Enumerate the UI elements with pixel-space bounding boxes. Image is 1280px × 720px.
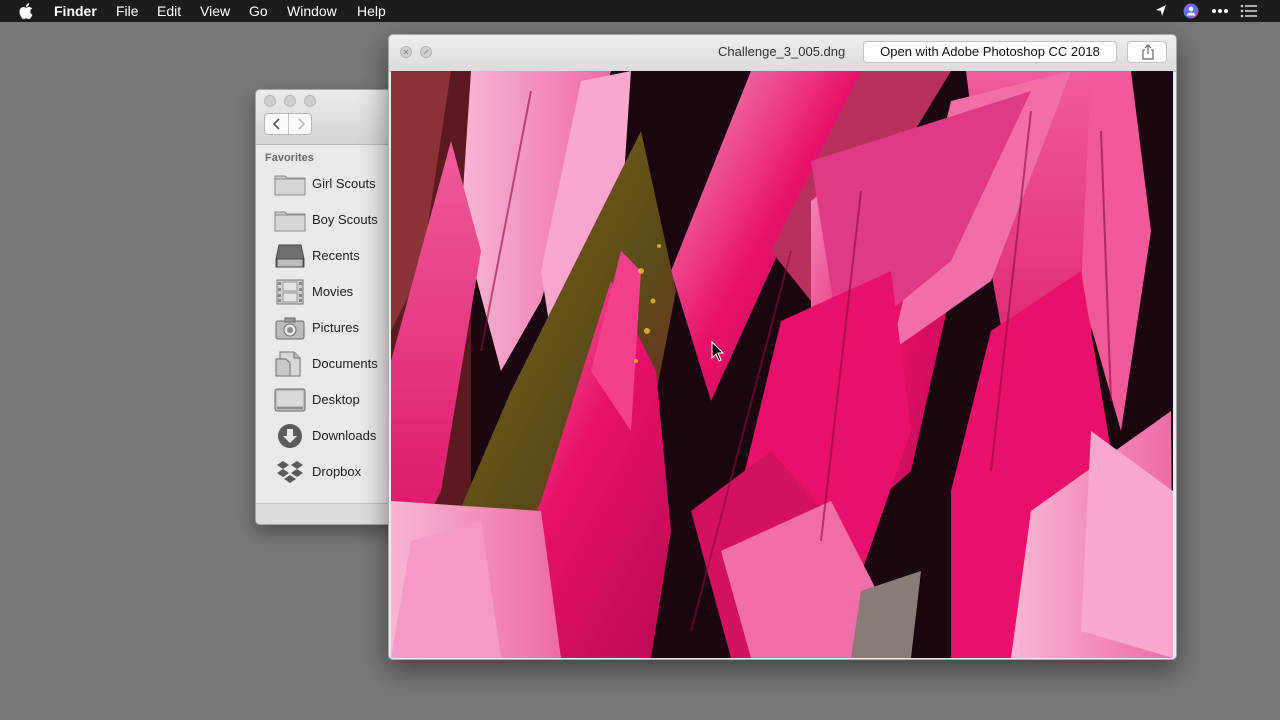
zoom-button[interactable] <box>304 95 316 107</box>
dropbox-icon <box>277 461 303 483</box>
sidebar-item-label: Desktop <box>312 392 360 407</box>
menu-file[interactable]: File <box>116 3 139 20</box>
close-icon[interactable] <box>400 46 412 58</box>
share-button[interactable] <box>1127 41 1167 63</box>
sidebar-item-dropbox[interactable]: Dropbox <box>274 457 396 487</box>
sidebar-item-recents[interactable]: Recents <box>274 241 396 271</box>
fullscreen-icon[interactable] <box>420 46 432 58</box>
forward-button[interactable] <box>290 115 312 133</box>
mouse-cursor-icon <box>711 341 725 362</box>
minimize-button[interactable] <box>284 95 296 107</box>
menu-app-finder[interactable]: Finder <box>54 3 97 20</box>
sidebar-item-label: Girl Scouts <box>312 176 376 191</box>
file-name: Challenge_3_005.dng <box>718 44 846 59</box>
menu-edit[interactable]: Edit <box>157 3 181 20</box>
open-with-photoshop-button[interactable]: Open with Adobe Photoshop CC 2018 <box>863 41 1117 63</box>
documents-icon <box>275 351 301 377</box>
folder-icon <box>274 175 306 196</box>
sidebar-item-boy-scouts[interactable]: Boy Scouts <box>274 205 396 235</box>
sidebar-item-label: Movies <box>312 284 354 299</box>
desktop-icon <box>274 388 306 412</box>
ti-plant-leaves-photo <box>391 71 1173 658</box>
sidebar-item-label: Dropbox <box>312 464 362 479</box>
menu-go[interactable]: Go <box>249 3 268 20</box>
sidebar-item-label: Boy Scouts <box>312 212 378 227</box>
notification-list-icon[interactable] <box>1240 3 1258 19</box>
favorites-heading: Favorites <box>265 152 314 164</box>
sidebar-item-label: Documents <box>312 356 378 371</box>
finder-sidebar: Favorites Girl Scouts Boy Scouts Recents <box>256 145 396 502</box>
folder-icon <box>274 211 306 232</box>
location-arrow-icon[interactable] <box>1154 3 1168 19</box>
finder-toolbar <box>256 90 396 145</box>
sidebar-item-girl-scouts[interactable]: Girl Scouts <box>274 169 396 199</box>
quicklook-window: Challenge_3_005.dng Open with Adobe Phot… <box>388 34 1177 660</box>
finder-window: Favorites Girl Scouts Boy Scouts Recents <box>255 89 397 525</box>
sidebar-item-label: Downloads <box>312 428 377 443</box>
camera-icon <box>275 317 305 340</box>
quicklook-titlebar: Challenge_3_005.dng Open with Adobe Phot… <box>389 35 1176 72</box>
back-button[interactable] <box>266 115 288 133</box>
menu-help[interactable]: Help <box>357 3 386 20</box>
download-icon <box>278 424 302 448</box>
menu-view[interactable]: View <box>200 3 230 20</box>
movies-icon <box>276 279 304 305</box>
menu-window[interactable]: Window <box>287 3 337 20</box>
sidebar-item-downloads[interactable]: Downloads <box>274 421 396 451</box>
recents-icon <box>275 244 305 268</box>
navigation-buttons <box>264 113 312 135</box>
sidebar-item-documents[interactable]: Documents <box>274 349 396 379</box>
more-icon[interactable] <box>1211 3 1229 19</box>
sidebar-item-movies[interactable]: Movies <box>274 277 396 307</box>
sidebar-item-label: Recents <box>312 248 360 263</box>
apple-icon[interactable] <box>19 2 35 20</box>
sidebar-item-label: Pictures <box>312 320 359 335</box>
sidebar-item-pictures[interactable]: Pictures <box>274 313 396 343</box>
menu-bar: Finder File Edit View Go Window Help <box>0 0 1280 22</box>
image-preview <box>391 71 1173 658</box>
nav-separator <box>288 114 289 134</box>
sidebar-item-desktop[interactable]: Desktop <box>274 385 396 415</box>
finder-status-bar <box>256 503 396 524</box>
share-icon <box>1142 44 1154 60</box>
close-button[interactable] <box>264 95 276 107</box>
siri-icon[interactable] <box>1182 3 1200 19</box>
